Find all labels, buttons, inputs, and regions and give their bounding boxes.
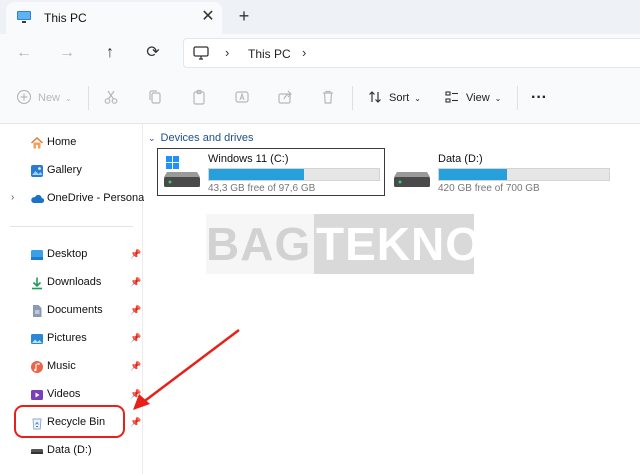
annotation-arrow-icon	[133, 329, 240, 410]
